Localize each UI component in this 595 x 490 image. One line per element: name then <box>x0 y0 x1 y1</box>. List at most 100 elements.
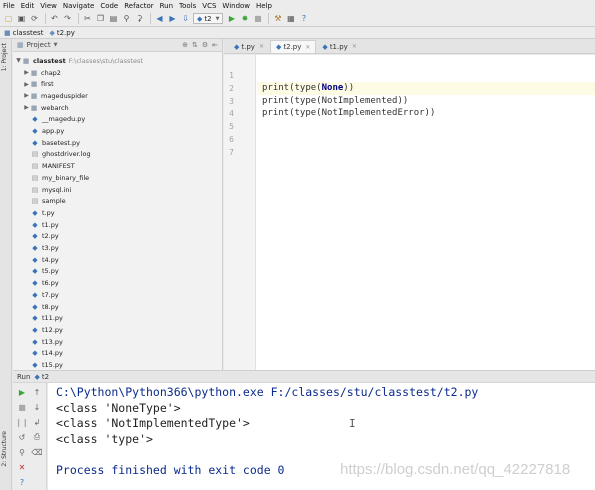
code-editor[interactable]: 1 2 3 4 5 6 7 print(type(None)) print(type(NotI… <box>224 55 595 370</box>
code-line[interactable]: print(type(NotImplemented)) <box>262 96 408 106</box>
tree-item[interactable]: ▤ sample <box>31 196 66 207</box>
breadcrumb-file[interactable]: ◆ t2.py <box>49 29 74 37</box>
tree-item[interactable]: ◆ t2.py <box>31 231 58 242</box>
collapse-all-icon[interactable]: ⇅ <box>192 41 198 49</box>
tree-item[interactable]: ◆ t8.py <box>31 301 58 312</box>
tree-item[interactable]: ▶ ■ mageduspider <box>23 90 88 101</box>
gear-icon[interactable]: ⚙ <box>202 41 208 49</box>
menu-refactor[interactable]: Refactor <box>124 2 153 10</box>
tree-item[interactable]: ◆ t6.py <box>31 278 58 289</box>
menu-navigate[interactable]: Navigate <box>63 2 94 10</box>
tree-item[interactable]: ◆ __magedu.py <box>31 114 85 125</box>
python-file-icon: ◆ <box>32 127 38 135</box>
tree-item[interactable]: ◆ t3.py <box>31 243 58 254</box>
settings-icon[interactable]: ⚒ <box>272 13 283 24</box>
open-folder-icon[interactable]: ▢ <box>3 13 14 24</box>
tree-item[interactable]: ◆ t5.py <box>31 266 58 277</box>
menu-tools[interactable]: Tools <box>179 2 196 10</box>
trash-icon[interactable]: ⌫ <box>31 447 42 457</box>
chevron-down-icon[interactable]: ▼ <box>54 42 58 48</box>
chevron-down-icon: ▼ <box>215 15 220 22</box>
tree-item[interactable]: ◆ t4.py <box>31 254 58 265</box>
sync-icon[interactable]: ⟳ <box>29 13 40 24</box>
menu-help[interactable]: Help <box>256 2 272 10</box>
menu-view[interactable]: View <box>40 2 57 10</box>
tree-root[interactable]: ▼ ■ classtest F:\classes\stu\classtest <box>15 55 143 66</box>
print-icon[interactable]: ⎙ <box>32 432 42 442</box>
soft-wrap-icon[interactable]: ↲ <box>32 417 42 427</box>
build-icon[interactable]: ⇩ <box>180 13 191 24</box>
stop-icon[interactable]: ■ <box>252 13 263 24</box>
run-config-select[interactable]: ◆ t2 ▼ <box>193 13 224 24</box>
tree-item[interactable]: ▤ MANIFEST <box>31 161 75 172</box>
undo-icon[interactable]: ↶ <box>49 13 60 24</box>
close-tab-icon[interactable]: ✕ <box>259 43 264 50</box>
paste-icon[interactable]: ▤ <box>108 13 119 24</box>
scroll-up-icon[interactable]: ↑ <box>32 387 42 397</box>
pause-icon[interactable]: ❙❙ <box>15 417 28 427</box>
project-panel-title[interactable]: Project <box>27 41 51 49</box>
copy-icon[interactable]: ❐ <box>95 13 106 24</box>
run-panel-label[interactable]: Run <box>17 373 30 381</box>
menu-file[interactable]: File <box>3 2 15 10</box>
run-config-tab[interactable]: t2 <box>42 373 49 381</box>
forward-icon[interactable]: ▶ <box>167 13 178 24</box>
help-icon[interactable]: ? <box>17 477 27 487</box>
stop-icon[interactable]: ■ <box>17 402 27 412</box>
restore-layout-icon[interactable]: ↺ <box>17 432 27 442</box>
tree-item[interactable]: ▤ ghostdriver.log <box>31 149 91 160</box>
expand-arrow-icon[interactable]: ▼ <box>15 57 22 64</box>
structure-tool-button[interactable]: 2: Structure <box>1 431 8 467</box>
tree-item[interactable]: ◆ t7.py <box>31 289 58 300</box>
tree-item[interactable]: ◆ basetest.py <box>31 137 80 148</box>
menu-edit[interactable]: Edit <box>21 2 35 10</box>
tree-item[interactable]: ▶ ■ webarch <box>23 102 68 113</box>
project-structure-icon[interactable]: ▦ <box>285 13 296 24</box>
code-line[interactable]: print(type(NotImplementedError)) <box>262 108 435 118</box>
cut-icon[interactable]: ✂ <box>82 13 93 24</box>
tree-item[interactable]: ◆ t15.py <box>31 360 63 371</box>
scroll-down-icon[interactable]: ↓ <box>32 402 42 412</box>
project-tool-button[interactable]: 1: Project <box>1 43 8 71</box>
redo-icon[interactable]: ↷ <box>62 13 73 24</box>
scroll-to-source-icon[interactable]: ⊕ <box>182 41 188 49</box>
save-all-icon[interactable]: ▣ <box>16 13 27 24</box>
menu-window[interactable]: Window <box>222 2 250 10</box>
tree-item[interactable]: ◆ t11.py <box>31 313 63 324</box>
menu-code[interactable]: Code <box>100 2 118 10</box>
pin-icon[interactable]: ⚲ <box>17 447 27 457</box>
hide-panel-icon[interactable]: ⇤ <box>212 41 218 49</box>
expand-arrow-icon[interactable]: ▶ <box>23 92 30 99</box>
tree-item[interactable]: ◆ app.py <box>31 126 64 137</box>
expand-arrow-icon[interactable]: ▶ <box>23 69 30 76</box>
code-line[interactable]: print(type(None)) <box>262 83 354 93</box>
close-tab-icon[interactable]: ✕ <box>352 43 357 50</box>
expand-arrow-icon[interactable]: ▶ <box>23 81 30 88</box>
find-icon[interactable]: ⚲ <box>121 13 132 24</box>
tree-item[interactable]: ◆ t12.py <box>31 324 63 335</box>
tree-item[interactable]: ▤ mysql.ini <box>31 184 72 195</box>
close-icon[interactable]: ✕ <box>17 462 27 472</box>
close-tab-icon[interactable]: ✕ <box>305 44 310 51</box>
tree-item[interactable]: ◆ t1.py <box>31 219 58 230</box>
expand-arrow-icon[interactable]: ▶ <box>23 104 30 111</box>
menu-run[interactable]: Run <box>160 2 173 10</box>
help-icon[interactable]: ? <box>298 13 309 24</box>
editor-tab[interactable]: ◆ t1.py ✕ <box>316 40 362 53</box>
debug-icon[interactable]: ✸ <box>239 13 250 24</box>
tree-item[interactable]: ◆ t.py <box>31 207 54 218</box>
back-icon[interactable]: ◀ <box>154 13 165 24</box>
rerun-icon[interactable]: ▶ <box>17 387 27 397</box>
tree-item[interactable]: ▶ ■ chap2 <box>23 67 61 78</box>
run-console[interactable]: I https://blog.csdn.net/qq_42227818 C:\P… <box>48 383 595 490</box>
run-icon[interactable]: ▶ <box>226 13 237 24</box>
menu-vcs[interactable]: VCS <box>202 2 216 10</box>
breadcrumb-folder[interactable]: ■ classtest <box>4 29 43 37</box>
editor-tab[interactable]: ◆ t2.py ✕ <box>269 40 317 53</box>
tree-item[interactable]: ▶ ■ first <box>23 79 54 90</box>
replace-icon[interactable]: ⚳ <box>134 13 145 24</box>
tree-item[interactable]: ◆ t14.py <box>31 348 63 359</box>
editor-tab[interactable]: ◆ t.py ✕ <box>228 40 270 53</box>
tree-item[interactable]: ▤ my_binary_file <box>31 172 89 183</box>
tree-item[interactable]: ◆ t13.py <box>31 336 63 347</box>
